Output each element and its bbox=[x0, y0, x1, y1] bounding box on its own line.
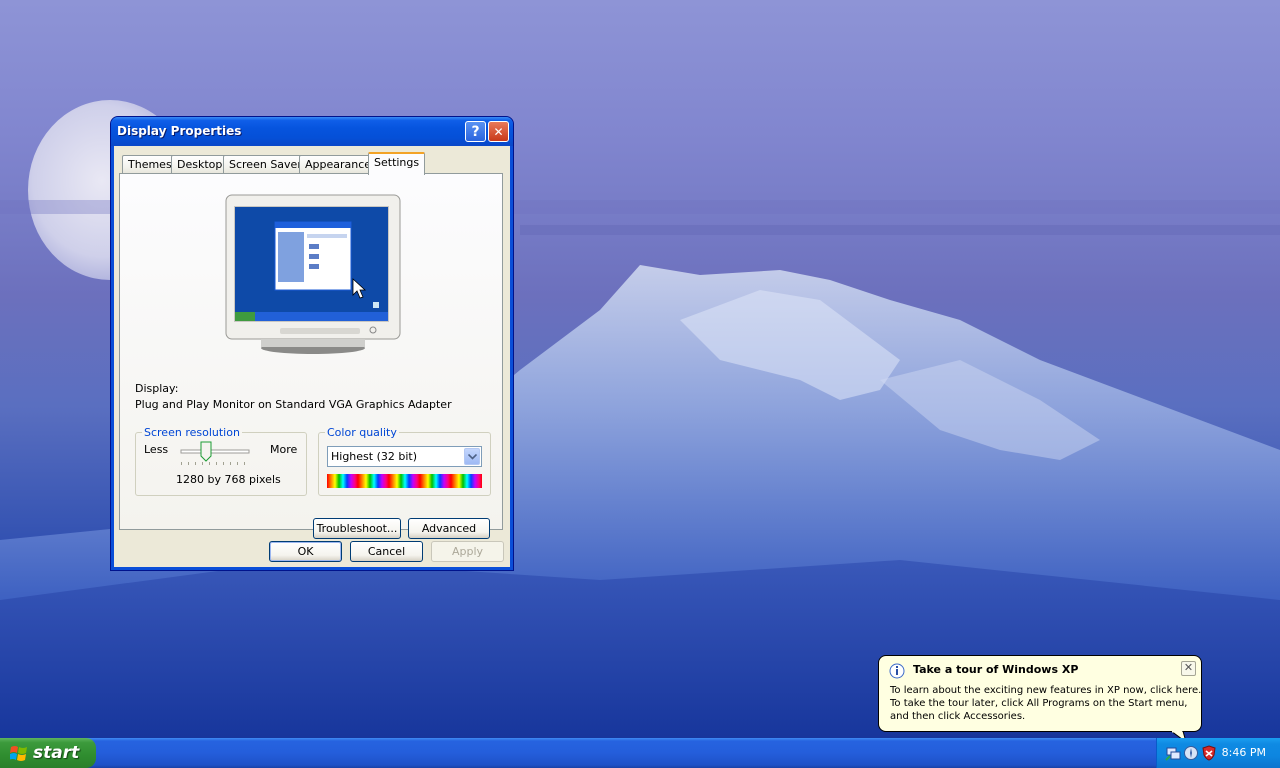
balloon-message[interactable]: To learn about the exciting new features… bbox=[890, 684, 1201, 723]
cancel-button[interactable]: Cancel bbox=[350, 541, 423, 562]
tab-appearance[interactable]: Appearance bbox=[299, 155, 378, 174]
taskbar: start 8:46 PM bbox=[0, 738, 1280, 768]
troubleshoot-button[interactable]: Troubleshoot... bbox=[313, 518, 401, 539]
help-icon: ? bbox=[471, 123, 480, 140]
tour-balloon-tip[interactable]: Take a tour of Windows XP ✕ To learn abo… bbox=[878, 655, 1202, 732]
settings-tab-page: Display: Plug and Play Monitor on Standa… bbox=[119, 173, 503, 539]
balloon-close-button[interactable]: ✕ bbox=[1181, 661, 1196, 676]
color-quality-select[interactable]: Highest (32 bit) bbox=[327, 446, 482, 467]
close-button[interactable]: ✕ bbox=[488, 121, 509, 142]
display-properties-window: Display Properties ? ✕ Themes Desktop Sc… bbox=[111, 117, 513, 570]
balloon-line-3: and then click Accessories. bbox=[890, 711, 1026, 722]
chevron-down-icon[interactable] bbox=[464, 448, 480, 465]
clock[interactable]: 8:46 PM bbox=[1222, 746, 1266, 759]
start-label: start bbox=[33, 743, 80, 763]
monitor-preview-image bbox=[225, 194, 401, 354]
balloon-title: Take a tour of Windows XP bbox=[913, 663, 1079, 676]
close-icon: ✕ bbox=[1183, 661, 1194, 674]
balloon-line-2: To take the tour later, click All Progra… bbox=[890, 698, 1188, 709]
tab-screen-saver[interactable]: Screen Saver bbox=[223, 155, 308, 174]
resolution-less-label: Less bbox=[144, 443, 169, 456]
color-quality-legend: Color quality bbox=[325, 426, 399, 439]
close-icon: ✕ bbox=[493, 124, 504, 139]
color-spectrum-bar bbox=[327, 474, 482, 488]
display-adapter-value: Plug and Play Monitor on Standard VGA Gr… bbox=[135, 398, 452, 411]
tab-themes[interactable]: Themes bbox=[122, 155, 178, 174]
display-label: Display: bbox=[135, 382, 179, 395]
tour-tray-icon[interactable] bbox=[1183, 745, 1199, 761]
screen-resolution-group: Screen resolution Less More 1280 by 768 … bbox=[135, 426, 307, 496]
start-button[interactable]: start bbox=[0, 738, 96, 768]
balloon-line-1: To learn about the exciting new features… bbox=[890, 685, 1202, 696]
resolution-value: 1280 by 768 pixels bbox=[176, 473, 281, 486]
title-bar[interactable]: Display Properties ? ✕ bbox=[111, 117, 513, 146]
advanced-button[interactable]: Advanced bbox=[408, 518, 490, 539]
security-shield-icon[interactable] bbox=[1201, 745, 1217, 761]
help-button[interactable]: ? bbox=[465, 121, 486, 142]
system-tray: 8:46 PM bbox=[1156, 738, 1280, 768]
apply-button[interactable]: Apply bbox=[431, 541, 504, 562]
screen-resolution-legend: Screen resolution bbox=[142, 426, 242, 439]
info-icon bbox=[889, 663, 905, 679]
resolution-slider[interactable] bbox=[180, 441, 252, 467]
dialog-client-area: Themes Desktop Screen Saver Appearance S… bbox=[114, 146, 510, 567]
window-title: Display Properties bbox=[117, 124, 242, 138]
resolution-more-label: More bbox=[270, 443, 298, 456]
windows-logo-icon bbox=[10, 746, 27, 761]
ok-button[interactable]: OK bbox=[269, 541, 342, 562]
tab-settings[interactable]: Settings bbox=[368, 152, 426, 175]
network-icon[interactable] bbox=[1165, 745, 1181, 761]
color-quality-value: Highest (32 bit) bbox=[331, 450, 418, 463]
tab-desktop[interactable]: Desktop bbox=[171, 155, 229, 174]
color-quality-group: Color quality Highest (32 bit) bbox=[318, 426, 491, 496]
